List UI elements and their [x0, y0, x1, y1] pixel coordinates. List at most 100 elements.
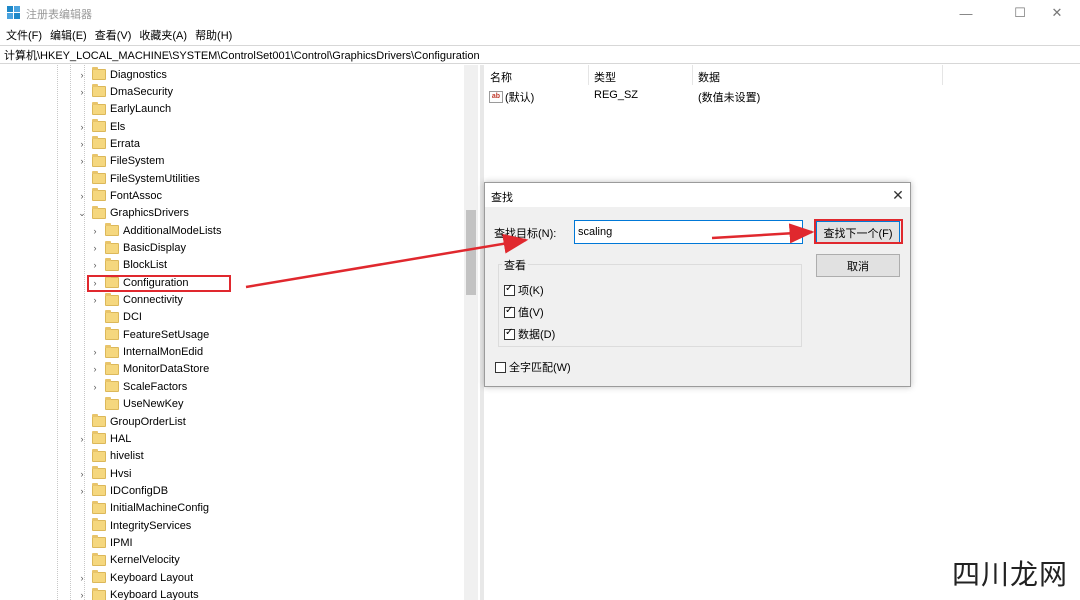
tree-item[interactable]: › DmaSecurity: [77, 83, 173, 100]
tree-item[interactable]: ⌄ GraphicsDrivers: [77, 205, 189, 222]
chevron-right-icon[interactable]: ›: [90, 347, 100, 357]
tree-item[interactable]: ›IPMI: [77, 534, 133, 551]
tree-item[interactable]: › BlockList: [90, 257, 167, 274]
chevron-right-icon[interactable]: ›: [77, 87, 87, 97]
chevron-right-icon[interactable]: ›: [77, 191, 87, 201]
folder-icon: [92, 466, 106, 480]
tree-item[interactable]: ›DCI: [90, 309, 142, 326]
tree-item-label: FeatureSetUsage: [123, 328, 210, 341]
folder-icon: [92, 448, 106, 462]
tree-item[interactable]: › Connectivity: [90, 292, 183, 309]
tree-item-label: FontAssoc: [110, 189, 162, 202]
chevron-right-icon[interactable]: ›: [77, 573, 87, 583]
tree-scrollbar[interactable]: [464, 65, 478, 600]
tree-item[interactable]: ›EarlyLaunch: [77, 101, 171, 118]
tree-item[interactable]: › FontAssoc: [77, 187, 162, 204]
chevron-right-icon[interactable]: ›: [77, 70, 87, 80]
match-whole-checkbox[interactable]: [495, 361, 506, 373]
tree-item[interactable]: › InternalMonEdid: [90, 344, 203, 361]
tree-item-label: IPMI: [110, 536, 133, 549]
tree-item-label: Errata: [110, 137, 140, 150]
chevron-right-icon[interactable]: ›: [77, 469, 87, 479]
string-value-icon: ab: [489, 91, 503, 103]
tree-item-label: KernelVelocity: [110, 554, 180, 567]
tree-scrollbar-thumb[interactable]: [466, 210, 476, 295]
tree-item[interactable]: › ScaleFactors: [90, 378, 187, 395]
chevron-right-icon[interactable]: ›: [90, 382, 100, 392]
tree-item[interactable]: ›UseNewKey: [90, 396, 184, 413]
menu-file[interactable]: 文件(F): [5, 27, 43, 43]
folder-icon: [105, 292, 119, 306]
value-data: (数值未设置): [698, 92, 761, 104]
tree-item[interactable]: › AdditionalModeLists: [90, 222, 221, 239]
folder-icon: [92, 188, 106, 202]
close-button[interactable]: ✕: [1034, 0, 1080, 26]
folder-icon: [105, 361, 119, 375]
menu-edit[interactable]: 编辑(E): [49, 27, 88, 43]
tree-item[interactable]: ›FeatureSetUsage: [90, 326, 209, 343]
close-icon: ✕: [892, 186, 904, 203]
cancel-button[interactable]: 取消: [816, 254, 900, 277]
tree-item-label: IDConfigDB: [110, 484, 169, 497]
tree-item[interactable]: › Diagnostics: [77, 66, 167, 83]
tree-item-label: Keyboard Layout: [110, 571, 194, 584]
tree-item[interactable]: ›FileSystemUtilities: [77, 170, 200, 187]
menu-help[interactable]: 帮助(H): [194, 27, 233, 43]
option-match-whole[interactable]: 全字匹配(W): [495, 359, 571, 375]
chevron-down-icon[interactable]: ⌄: [77, 208, 87, 218]
keys-checkbox[interactable]: [504, 283, 515, 296]
chevron-right-icon[interactable]: ›: [90, 226, 100, 236]
chevron-right-icon[interactable]: ›: [77, 156, 87, 166]
tree-item[interactable]: ›hivelist: [77, 448, 144, 465]
menu-view[interactable]: 查看(V): [94, 27, 133, 43]
tree-item[interactable]: › Keyboard Layout: [77, 569, 193, 586]
column-separator[interactable]: [588, 65, 589, 85]
address-bar[interactable]: 计算机\HKEY_LOCAL_MACHINE\SYSTEM\ControlSet…: [0, 45, 1080, 64]
find-target-input[interactable]: [574, 220, 803, 244]
chevron-right-icon[interactable]: ›: [77, 590, 87, 600]
value-row-name[interactable]: ab (默认): [489, 89, 534, 105]
tree-item[interactable]: › Keyboard Layouts: [77, 587, 199, 600]
column-separator[interactable]: [692, 65, 693, 85]
option-data[interactable]: 数据(D): [504, 326, 555, 342]
tree-item[interactable]: ›GroupOrderList: [77, 413, 186, 430]
values-checkbox[interactable]: [504, 305, 515, 318]
title-bar: 注册表编辑器 — ☐ ✕: [0, 0, 1080, 26]
tree-item[interactable]: › BasicDisplay: [90, 240, 186, 257]
minimize-button[interactable]: —: [943, 0, 989, 26]
tree-item-label: hivelist: [110, 450, 144, 463]
key-tree[interactable]: ›Diagnostics›DmaSecurity›EarlyLaunch›Els…: [0, 65, 478, 600]
folder-icon: [105, 257, 119, 271]
chevron-right-icon[interactable]: ›: [90, 364, 100, 374]
find-dialog-close-button[interactable]: ✕: [889, 186, 907, 204]
chevron-right-icon[interactable]: ›: [77, 434, 87, 444]
column-header-data[interactable]: 数据: [698, 69, 720, 85]
menu-favorites[interactable]: 收藏夹(A): [138, 27, 188, 43]
data-checkbox[interactable]: [504, 327, 515, 340]
chevron-right-icon[interactable]: ›: [90, 260, 100, 270]
tree-item[interactable]: › MonitorDataStore: [90, 361, 209, 378]
tree-item[interactable]: › Errata: [77, 135, 140, 152]
option-values[interactable]: 值(V): [504, 304, 544, 320]
chevron-right-icon[interactable]: ›: [77, 122, 87, 132]
tree-item[interactable]: › FileSystem: [77, 153, 164, 170]
tree-item[interactable]: › Els: [77, 118, 125, 135]
column-separator[interactable]: [942, 65, 943, 85]
tree-item-label: GraphicsDrivers: [110, 207, 189, 220]
tree-item[interactable]: ›InitialMachineConfig: [77, 500, 209, 517]
maximize-icon: ☐: [1014, 5, 1026, 20]
tree-item[interactable]: › Hvsi: [77, 465, 131, 482]
chevron-right-icon[interactable]: ›: [77, 139, 87, 149]
chevron-right-icon[interactable]: ›: [90, 295, 100, 305]
option-keys[interactable]: 项(K): [504, 282, 544, 298]
tree-item[interactable]: ›KernelVelocity: [77, 552, 180, 569]
tree-item[interactable]: › IDConfigDB: [77, 482, 168, 499]
folder-icon: [105, 396, 119, 410]
tree-item-label: DmaSecurity: [110, 85, 173, 98]
column-header-name[interactable]: 名称: [490, 69, 512, 85]
tree-item[interactable]: › HAL: [77, 430, 131, 447]
chevron-right-icon[interactable]: ›: [77, 486, 87, 496]
tree-item[interactable]: ›IntegrityServices: [77, 517, 191, 534]
column-header-type[interactable]: 类型: [594, 69, 616, 85]
chevron-right-icon[interactable]: ›: [90, 243, 100, 253]
